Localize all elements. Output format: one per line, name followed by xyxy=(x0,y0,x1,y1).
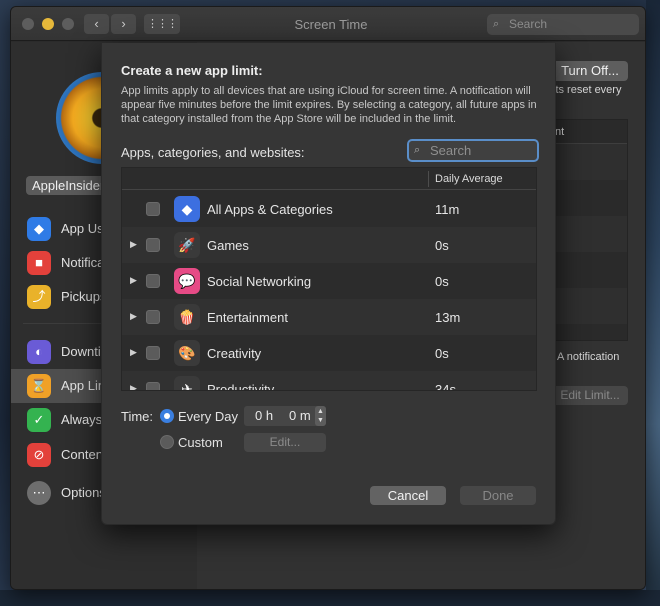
content-privacy-icon: ⊘ xyxy=(27,443,51,467)
forward-button[interactable]: › xyxy=(111,14,136,34)
titlebar: ‹ › ⋮⋮⋮ Screen Time ⌕ Search xyxy=(11,7,645,41)
creativity-icon: 🎨 xyxy=(174,340,200,366)
row-label: Games xyxy=(207,238,249,253)
window-title: Screen Time xyxy=(294,17,368,32)
always-allowed-icon: ✓ xyxy=(27,408,51,432)
table-header: Daily Average xyxy=(122,168,536,190)
show-all-button[interactable]: ⋮⋮⋮ xyxy=(144,14,180,34)
grid-icon: ⋮⋮⋮ xyxy=(147,18,178,30)
back-button[interactable]: ‹ xyxy=(84,14,109,34)
all-apps-icon: ◆ xyxy=(174,196,200,222)
row-checkbox[interactable] xyxy=(146,346,160,360)
limits-description-fragment: its reset every xyxy=(553,84,622,96)
stepper-down-icon[interactable]: ▼ xyxy=(315,416,326,425)
zoom-window-button[interactable] xyxy=(62,18,74,30)
chevron-left-icon: ‹ xyxy=(94,16,99,31)
apps-categories-table: Daily Average ◆ All Apps & Categories 11… xyxy=(121,167,537,391)
limits-table-header: nt xyxy=(555,120,627,144)
disclosure-triangle-icon[interactable]: ▶ xyxy=(130,383,137,390)
time-label: Time: xyxy=(121,409,154,424)
row-daily-average: 11m xyxy=(435,202,460,217)
app-limits-icon: ⌛ xyxy=(27,374,51,398)
search-placeholder: Search xyxy=(509,17,548,31)
search-placeholder: Search xyxy=(430,143,472,158)
screen-time-window: ‹ › ⋮⋮⋮ Screen Time ⌕ Search AppleInside… xyxy=(10,6,646,590)
desktop-bottom xyxy=(0,590,660,606)
games-icon: 🚀 xyxy=(174,232,200,258)
table-row[interactable]: ▶ 🎨 Creativity 0s xyxy=(122,335,536,371)
table-row xyxy=(555,288,627,324)
column-separator xyxy=(428,171,429,187)
row-label: Productivity xyxy=(207,382,275,391)
downtime-icon: ◐ xyxy=(27,340,51,364)
pickups-icon: ⤴ xyxy=(27,285,51,309)
search-icon: ⌕ xyxy=(414,144,421,156)
notification-text-fragment: A notification xyxy=(557,351,620,363)
custom-label[interactable]: Custom xyxy=(178,435,223,450)
row-checkbox[interactable] xyxy=(146,202,160,216)
row-daily-average: 13m xyxy=(435,310,461,325)
disclosure-triangle-icon[interactable]: ▶ xyxy=(130,311,137,322)
time-limit-field[interactable]: 0 h 0 m xyxy=(244,406,326,426)
table-row xyxy=(555,252,627,288)
limits-table: nt xyxy=(554,119,628,341)
social-networking-icon: 💬 xyxy=(174,268,200,294)
limits-table-header-label: nt xyxy=(555,126,565,138)
time-stepper[interactable]: ▲ ▼ xyxy=(315,406,326,426)
new-app-limit-sheet: Create a new app limit: App limits apply… xyxy=(101,43,556,525)
row-daily-average: 0s xyxy=(435,274,449,289)
table-row xyxy=(555,216,627,252)
sheet-description: App limits apply to all devices that are… xyxy=(121,85,537,125)
minutes-field[interactable]: 0 m xyxy=(289,406,311,426)
row-daily-average: 0s xyxy=(435,346,449,361)
hours-field[interactable]: 0 h xyxy=(255,406,273,426)
row-label: All Apps & Categories xyxy=(207,202,333,217)
row-checkbox[interactable] xyxy=(146,310,160,324)
table-row[interactable]: ◆ All Apps & Categories 11m xyxy=(122,191,536,227)
search-icon: ⌕ xyxy=(493,18,500,30)
done-button[interactable]: Done xyxy=(460,486,536,505)
row-label: Entertainment xyxy=(207,310,288,325)
disclosure-triangle-icon[interactable]: ▶ xyxy=(130,275,137,286)
row-checkbox[interactable] xyxy=(146,238,160,252)
cancel-button[interactable]: Cancel xyxy=(370,486,446,505)
row-label: Social Networking xyxy=(207,274,312,289)
daily-average-column-header[interactable]: Daily Average xyxy=(435,173,503,185)
turn-off-button[interactable]: Turn Off... xyxy=(552,61,628,81)
options-icon: ⋯ xyxy=(27,481,51,505)
table-row xyxy=(555,144,627,180)
desktop-background xyxy=(646,0,660,606)
row-checkbox[interactable] xyxy=(146,382,160,390)
custom-radio[interactable] xyxy=(160,435,174,449)
table-row[interactable]: ▶ 🚀 Games 0s xyxy=(122,227,536,263)
apps-list-label: Apps, categories, and websites: xyxy=(121,145,305,160)
row-label: Creativity xyxy=(207,346,262,361)
row-daily-average: 34s xyxy=(435,382,456,391)
edit-custom-button[interactable]: Edit... xyxy=(244,433,326,452)
disclosure-triangle-icon[interactable]: ▶ xyxy=(130,347,137,358)
sheet-title: Create a new app limit: xyxy=(121,63,263,78)
close-window-button[interactable] xyxy=(22,18,34,30)
app-usage-icon: ◆ xyxy=(27,217,51,241)
minimize-window-button[interactable] xyxy=(42,18,54,30)
chevron-right-icon: › xyxy=(121,16,126,31)
disclosure-triangle-icon[interactable]: ▶ xyxy=(130,239,137,250)
apps-search-input[interactable]: ⌕ Search xyxy=(407,139,539,162)
row-checkbox[interactable] xyxy=(146,274,160,288)
table-row[interactable]: ▶ 💬 Social Networking 0s xyxy=(122,263,536,299)
table-row[interactable]: ▶ ✈ Productivity 34s xyxy=(122,371,536,391)
entertainment-icon: 🍿 xyxy=(174,304,200,330)
every-day-radio[interactable] xyxy=(160,409,174,423)
row-daily-average: 0s xyxy=(435,238,449,253)
notifications-icon: ■ xyxy=(27,251,51,275)
stepper-up-icon[interactable]: ▲ xyxy=(315,407,326,416)
every-day-label[interactable]: Every Day xyxy=(178,409,238,424)
edit-limit-button[interactable]: Edit Limit... xyxy=(552,386,628,405)
productivity-icon: ✈ xyxy=(174,376,200,390)
preferences-search-field[interactable]: ⌕ Search xyxy=(487,14,639,35)
table-row xyxy=(555,180,627,216)
table-row[interactable]: ▶ 🍿 Entertainment 13m xyxy=(122,299,536,335)
